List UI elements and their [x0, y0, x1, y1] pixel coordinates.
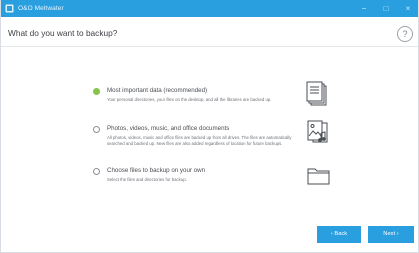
help-button[interactable]: ?	[397, 26, 413, 42]
page-title: What do you want to backup?	[8, 28, 118, 38]
option-title: Choose files to backup on your own	[107, 167, 206, 174]
minimize-button[interactable]: −	[358, 3, 370, 15]
next-button[interactable]: Next ›	[368, 226, 414, 243]
option-title: Photos, videos, music, and office docume…	[107, 125, 230, 132]
option-title: Most important data (recommended)	[107, 87, 208, 94]
option-description: Your personal directories, your files on…	[107, 97, 272, 102]
option-description: All photos, videos, music and office fil…	[107, 135, 292, 147]
back-button[interactable]: ‹ Back	[317, 226, 361, 243]
window-controls: − □ ×	[358, 0, 414, 17]
close-button[interactable]: ×	[402, 3, 414, 15]
title-bar[interactable]: O&O Meltwater − □ ×	[1, 0, 418, 17]
app-window: O&O Meltwater − □ × What do you want to …	[0, 0, 419, 253]
header-divider	[1, 46, 418, 47]
app-logo-icon	[5, 4, 14, 13]
maximize-button[interactable]: □	[380, 3, 392, 15]
media-files-icon	[307, 120, 328, 143]
folder-icon	[307, 168, 330, 185]
radio-important-data[interactable]	[93, 88, 100, 95]
window-title: O&O Meltwater	[18, 5, 64, 12]
documents-stack-icon	[306, 81, 327, 106]
option-description: Select the files and directories for bac…	[107, 177, 187, 182]
radio-media-files[interactable]	[93, 126, 100, 133]
radio-custom-files[interactable]	[93, 168, 100, 175]
